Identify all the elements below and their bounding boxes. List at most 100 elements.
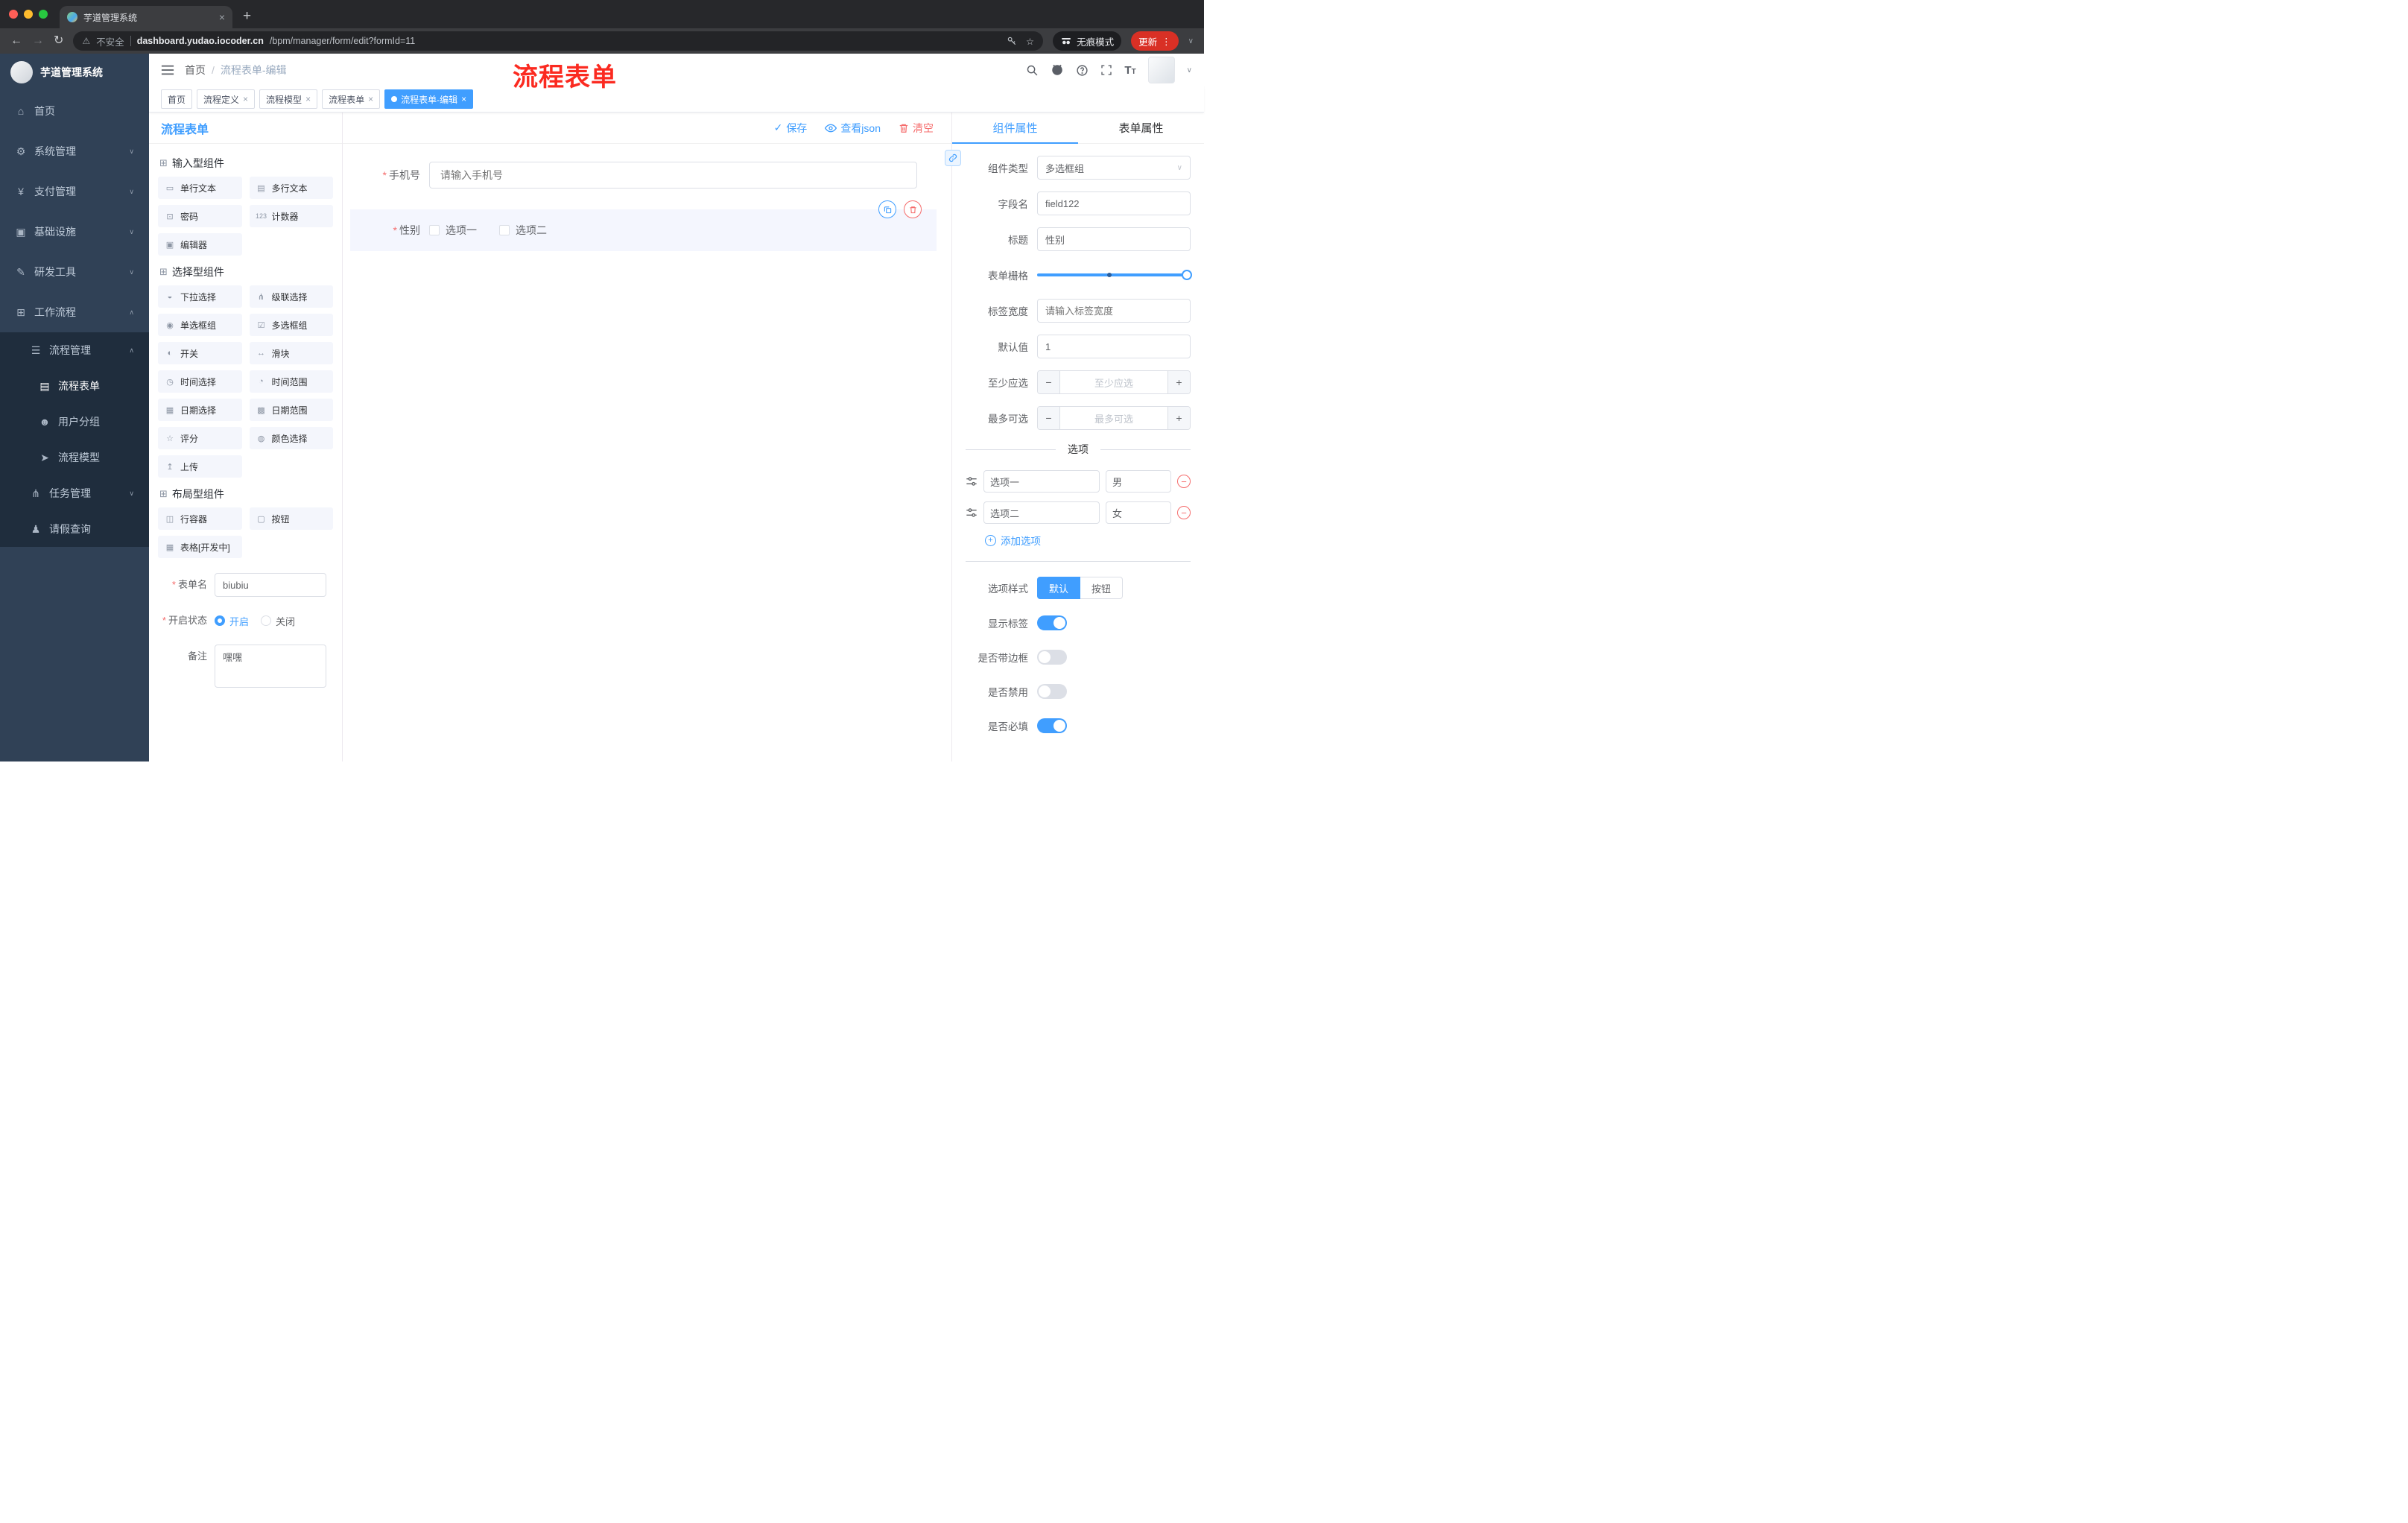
tab-form-props[interactable]: 表单属性	[1078, 113, 1204, 143]
bookmark-star-icon[interactable]: ☆	[1026, 36, 1034, 47]
tag-close-icon[interactable]: ×	[243, 94, 248, 104]
tag-home[interactable]: 首页	[161, 89, 193, 109]
form-grid-slider[interactable]	[1037, 263, 1192, 287]
search-icon[interactable]	[1026, 64, 1039, 77]
tab-component-props[interactable]: 组件属性	[952, 113, 1078, 144]
sidebar-item-infra[interactable]: ▣ 基础设施 ∨	[0, 212, 149, 252]
sidebar-item-workflow[interactable]: ⊞ 工作流程 ∧	[0, 292, 149, 332]
github-icon[interactable]	[1051, 63, 1064, 77]
palette-item-switch[interactable]: ◐ 开关	[158, 342, 242, 364]
canvas-field-phone[interactable]: 手机号	[350, 154, 937, 196]
tag-close-icon[interactable]: ×	[461, 94, 466, 104]
remove-option-icon[interactable]: −	[1177, 506, 1191, 519]
new-tab-button[interactable]: +	[243, 8, 251, 25]
palette-scroll-area[interactable]: ⊞ 输入型组件 ▭ 单行文本 ▤ 多行文本 ⊡ 密码 123 计数器 ▣ 编辑器 ⊞ 选择…	[149, 144, 342, 762]
slider-handle[interactable]	[1182, 270, 1192, 280]
copy-field-icon[interactable]	[878, 200, 896, 218]
zoom-window-button[interactable]	[39, 10, 48, 19]
url-input[interactable]: ⚠ 不安全 dashboard.yudao.iocoder.cn/bpm/man…	[73, 31, 1044, 51]
palette-item-counter[interactable]: 123 计数器	[249, 205, 333, 227]
style-button-button[interactable]: 按钮	[1080, 577, 1124, 599]
palette-item-upload[interactable]: ↥ 上传	[158, 455, 242, 478]
option-label-input[interactable]	[983, 470, 1100, 493]
increment-icon[interactable]: +	[1167, 407, 1190, 429]
default-value-input[interactable]	[1037, 335, 1191, 358]
not-secure-warning-icon[interactable]: ⚠	[82, 36, 90, 46]
tag-process-model[interactable]: 流程模型 ×	[259, 89, 318, 109]
status-on-radio[interactable]: 开启	[215, 614, 249, 628]
clear-button[interactable]: 清空	[899, 121, 934, 136]
tag-process-definition[interactable]: 流程定义 ×	[197, 89, 256, 109]
sidebar-item-devtools[interactable]: ✎ 研发工具 ∨	[0, 252, 149, 292]
sidebar-item-process-form[interactable]: ▤ 流程表单	[0, 368, 149, 404]
min-select-placeholder[interactable]: 至少应选	[1060, 371, 1167, 393]
link-icon[interactable]	[945, 150, 961, 166]
title-input[interactable]	[1037, 227, 1191, 251]
tag-process-form[interactable]: 流程表单 ×	[322, 89, 381, 109]
palette-item-table[interactable]: ▦ 表格[开发中]	[158, 536, 242, 558]
style-default-button[interactable]: 默认	[1037, 577, 1081, 599]
forward-icon[interactable]: →	[32, 35, 44, 47]
border-toggle[interactable]	[1037, 650, 1067, 665]
sidebar-item-leave-query[interactable]: ♟ 请假查询	[0, 511, 149, 547]
delete-field-icon[interactable]	[904, 200, 922, 218]
font-size-icon[interactable]: TT	[1124, 64, 1135, 77]
avatar[interactable]	[1147, 57, 1175, 83]
phone-input[interactable]	[429, 162, 917, 189]
add-option-button[interactable]: + 添加选项	[985, 533, 1191, 548]
palette-item-row-container[interactable]: ◫ 行容器	[158, 507, 242, 530]
gender-option-1-checkbox[interactable]: 选项一	[429, 223, 477, 238]
tag-process-form-edit[interactable]: 流程表单-编辑 ×	[384, 89, 474, 109]
browser-update-button[interactable]: 更新 ⋮	[1131, 31, 1179, 51]
status-off-radio[interactable]: 关闭	[261, 614, 295, 628]
gender-option-2-checkbox[interactable]: 选项二	[499, 223, 547, 238]
remark-textarea[interactable]: 嘿嘿	[215, 645, 326, 688]
close-window-button[interactable]	[9, 10, 18, 19]
palette-item-password[interactable]: ⊡ 密码	[158, 205, 242, 227]
palette-item-textarea[interactable]: ▤ 多行文本	[249, 177, 333, 199]
field-name-input[interactable]	[1037, 191, 1191, 215]
drag-handle-icon[interactable]	[966, 507, 978, 518]
form-canvas[interactable]: 手机号 性别	[343, 144, 951, 762]
palette-item-single-text[interactable]: ▭ 单行文本	[158, 177, 242, 199]
palette-item-rate[interactable]: ☆ 评分	[158, 427, 242, 449]
required-toggle[interactable]	[1037, 718, 1067, 733]
sidebar-item-user-group[interactable]: ☻ 用户分组	[0, 404, 149, 440]
max-select-placeholder[interactable]: 最多可选	[1060, 407, 1167, 429]
decrement-icon[interactable]: −	[1038, 407, 1060, 429]
sidebar-item-task-management[interactable]: ⋔ 任务管理 ∨	[0, 475, 149, 511]
browser-tab[interactable]: 芋道管理系统 ×	[60, 6, 232, 28]
palette-item-color-picker[interactable]: ◍ 颜色选择	[249, 427, 333, 449]
chrome-toolbar-caret-icon[interactable]: ∨	[1188, 37, 1194, 45]
palette-item-dropdown[interactable]: ◒ 下拉选择	[158, 285, 242, 308]
sidebar-toggle-hamburger-icon[interactable]	[161, 64, 174, 76]
palette-item-button[interactable]: ▢ 按钮	[249, 507, 333, 530]
view-json-button[interactable]: 查看json	[825, 121, 881, 136]
disabled-toggle[interactable]	[1037, 684, 1067, 699]
tag-close-icon[interactable]: ×	[368, 94, 373, 104]
reload-icon[interactable]: ↻	[54, 35, 63, 47]
save-button[interactable]: ✓ 保存	[774, 121, 808, 136]
back-icon[interactable]: ←	[10, 35, 22, 47]
option-label-input[interactable]	[983, 501, 1100, 524]
palette-item-date-picker[interactable]: ▦ 日期选择	[158, 399, 242, 421]
palette-item-date-range[interactable]: ▩ 日期范围	[249, 399, 333, 421]
option-value-input[interactable]	[1106, 501, 1171, 524]
sidebar-item-home[interactable]: ⌂ 首页	[0, 91, 149, 131]
palette-item-time-picker[interactable]: ◷ 时间选择	[158, 370, 242, 393]
tab-close-icon[interactable]: ×	[219, 11, 225, 23]
show-label-toggle[interactable]	[1037, 615, 1067, 630]
label-width-input[interactable]	[1037, 299, 1191, 323]
palette-item-editor[interactable]: ▣ 编辑器	[158, 233, 242, 256]
palette-item-checkbox-group[interactable]: ☑ 多选框组	[249, 314, 333, 336]
help-question-icon[interactable]	[1076, 64, 1089, 77]
password-key-icon[interactable]	[1007, 36, 1017, 46]
minimize-window-button[interactable]	[24, 10, 33, 19]
sidebar-item-process-management[interactable]: ☰ 流程管理 ∧	[0, 332, 149, 368]
fullscreen-icon[interactable]	[1100, 64, 1112, 76]
decrement-icon[interactable]: −	[1038, 371, 1060, 393]
sidebar-item-system[interactable]: ⚙ 系统管理 ∨	[0, 131, 149, 171]
option-value-input[interactable]	[1106, 470, 1171, 493]
component-type-select[interactable]: 多选框组 ∨	[1037, 156, 1191, 180]
drag-handle-icon[interactable]	[966, 476, 978, 487]
